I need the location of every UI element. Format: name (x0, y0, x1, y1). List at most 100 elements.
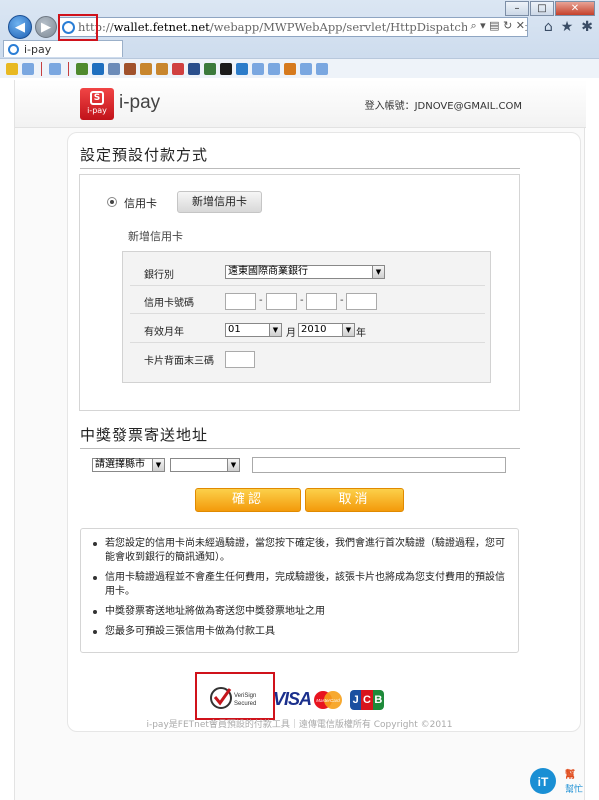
url-text: http://wallet.fetnet.net/webapp/MWPWebAp… (78, 20, 527, 34)
favorites-bar (0, 58, 599, 78)
ithelp-watermark: iT 幫 幫忙 (530, 768, 583, 795)
card-number-input-2[interactable] (266, 293, 297, 310)
expiry-year-select[interactable]: 2010 ▼ (298, 323, 355, 337)
copyright-footer: i-pay是FETnet會員預設的付款工具｜遠傳電信版權所有 Copyright… (146, 720, 453, 730)
svg-text:幫忙: 幫忙 (565, 783, 583, 795)
address-bar[interactable]: http://wallet.fetnet.net/webapp/MWPWebAp… (58, 17, 528, 37)
year-unit: 年 (356, 328, 366, 339)
chevron-down-icon: ▼ (269, 324, 281, 336)
favorite-site-icon[interactable] (204, 62, 216, 75)
divider (80, 168, 520, 169)
dash: - (300, 295, 304, 306)
verisign-secured-logo: VeriSign Secured (210, 687, 256, 709)
back-button[interactable]: ◀ (8, 15, 32, 39)
window-buttons: – □ ✕ (505, 1, 595, 16)
cancel-button[interactable]: 取消 (305, 488, 404, 512)
favorite-page-icon[interactable] (268, 62, 280, 75)
close-button[interactable]: ✕ (555, 1, 595, 16)
district-select[interactable]: ▼ (170, 458, 240, 472)
favorite-page-icon[interactable] (49, 62, 61, 75)
city-select[interactable]: 請選擇縣市 ▼ (92, 458, 165, 472)
login-account: 登入帳號：JDNOVE@GMAIL.COM (364, 101, 522, 112)
stop-icon[interactable]: ✕ (516, 19, 525, 32)
search-icon[interactable]: ⌕ (470, 19, 476, 32)
favorite-site-icon[interactable] (108, 62, 120, 75)
logo-text: i-pay (119, 92, 161, 113)
favorite-site-icon[interactable] (172, 62, 184, 75)
add-credit-card-button[interactable]: 新增信用卡 (177, 191, 262, 213)
notes-list: 若您設定的信用卡尚未經過驗證，當您按下確定後，我們會進行首次驗證（驗證過程，您可… (81, 529, 518, 639)
favorite-page-icon[interactable] (300, 62, 312, 75)
dash: - (259, 295, 263, 306)
ipay-logo[interactable]: S i-pay (80, 88, 114, 120)
favorite-site-icon[interactable] (124, 62, 136, 75)
credit-card-label: 信用卡 (124, 197, 157, 210)
home-icon[interactable]: ⌂ (544, 19, 553, 35)
credit-card-radio[interactable] (107, 197, 117, 207)
site-header: S i-pay i-pay 登入帳號：JDNOVE@GMAIL.COM (15, 80, 586, 128)
dash: - (340, 295, 344, 306)
cvv-row: 卡片背面末三碼 (130, 344, 485, 372)
note-item: 您最多可預設三張信用卡做為付款工具 (93, 625, 508, 639)
month-unit: 月 (286, 328, 296, 339)
address-tools[interactable]: ⌕ ▾ ▤ ↻ ✕ (467, 19, 525, 33)
logo-symbol: S (90, 91, 104, 105)
favorite-site-icon[interactable] (156, 62, 168, 75)
cvv-input[interactable] (225, 351, 255, 368)
chevron-down-icon: ▼ (152, 459, 164, 471)
note-item: 信用卡驗證過程並不會產生任何費用，完成驗證後，該張卡片也將成為您支付費用的預設信… (93, 571, 508, 599)
chevron-down-icon: ▼ (227, 459, 239, 471)
note-item: 若您設定的信用卡尚未經過驗證，當您按下確定後，我們會進行首次驗證（驗證過程，您可… (93, 537, 508, 565)
favorite-page-icon[interactable] (22, 62, 34, 75)
payment-section-title: 設定預設付款方式 (80, 146, 209, 164)
svg-text:iT: iT (538, 775, 549, 789)
divider (80, 448, 520, 449)
card-number-input-3[interactable] (306, 293, 337, 310)
card-number-label: 信用卡號碼 (144, 298, 194, 309)
bank-label: 銀行別 (144, 270, 174, 281)
favorite-site-icon[interactable] (140, 62, 152, 75)
favorite-page-icon[interactable] (252, 62, 264, 75)
star-icon[interactable]: ★ (561, 19, 574, 35)
favorite-globe-icon[interactable] (92, 62, 104, 75)
chevron-down-icon: ▼ (372, 266, 384, 278)
jcb-logo: J C B (350, 690, 384, 710)
favorite-globe-icon[interactable] (236, 62, 248, 75)
dropdown-icon[interactable]: ▾ (480, 19, 486, 32)
notes-box: 若您設定的信用卡尚未經過驗證，當您按下確定後，我們會進行首次驗證（驗證過程，您可… (80, 528, 519, 653)
highlight-url-scheme (58, 14, 98, 41)
chevron-down-icon: ▼ (342, 324, 354, 336)
card-number-input-4[interactable] (346, 293, 377, 310)
forward-button[interactable]: ▶ (35, 16, 57, 38)
favorite-site-icon[interactable] (284, 62, 296, 75)
mastercard-text: MasterCard (316, 698, 340, 703)
favorite-site-icon[interactable] (220, 62, 232, 75)
logo-badge-text: i-pay (87, 106, 107, 115)
maximize-button[interactable]: □ (530, 1, 554, 16)
card-number-input-1[interactable] (225, 293, 256, 310)
favorite-site-icon[interactable] (76, 62, 88, 75)
compat-icon[interactable]: ▤ (489, 19, 499, 32)
svg-text:幫: 幫 (565, 768, 575, 781)
favorite-site-icon[interactable] (188, 62, 200, 75)
favorites-star-icon[interactable] (6, 62, 18, 75)
cvv-label: 卡片背面末三碼 (144, 356, 214, 367)
bank-select[interactable]: 遠東國際商業銀行 ▼ (225, 265, 385, 279)
toolbar-icons: ⌂ ★ ✱ (544, 19, 593, 35)
favorite-page-icon[interactable] (316, 62, 328, 75)
verisign-line2: Secured (234, 701, 256, 707)
address-input[interactable] (252, 457, 506, 473)
browser-tab[interactable]: i-pay (3, 40, 123, 57)
invoice-section-title: 中獎發票寄送地址 (80, 426, 209, 444)
visa-logo: VISA (273, 689, 312, 709)
mastercard-logo: MasterCard (314, 691, 342, 709)
ie-tab-icon (8, 43, 19, 55)
refresh-icon[interactable]: ↻ (503, 19, 512, 32)
confirm-button[interactable]: 確認 (195, 488, 301, 512)
note-item: 中獎發票寄送地址將做為寄送您中獎發票地址之用 (93, 605, 508, 619)
expiry-month-select[interactable]: 01 ▼ (225, 323, 282, 337)
gear-icon[interactable]: ✱ (581, 19, 593, 35)
verisign-line1: VeriSign (234, 693, 256, 699)
minimize-button[interactable]: – (505, 1, 529, 16)
tab-title: i-pay (24, 42, 52, 56)
